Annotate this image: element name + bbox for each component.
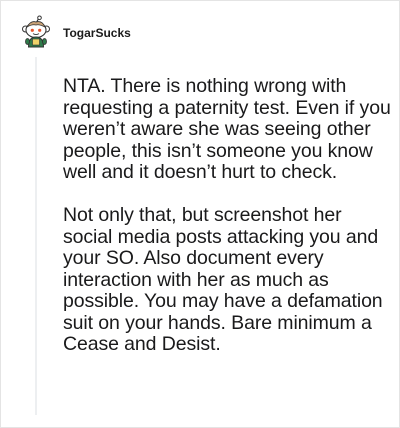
user-avatar[interactable] xyxy=(19,15,53,49)
comment-author[interactable]: TogarSucks xyxy=(63,26,131,40)
comment-paragraph: NTA. There is nothing wrong with request… xyxy=(63,75,391,183)
comment-body: NTA. There is nothing wrong with request… xyxy=(63,75,393,356)
thread-collapse-line[interactable] xyxy=(35,57,37,415)
snoo-avatar-icon xyxy=(22,15,50,48)
comment-paragraph: Not only that, but screenshot her social… xyxy=(63,204,383,355)
comment-card: TogarSucks NTA. There is nothing wrong w… xyxy=(0,0,400,428)
